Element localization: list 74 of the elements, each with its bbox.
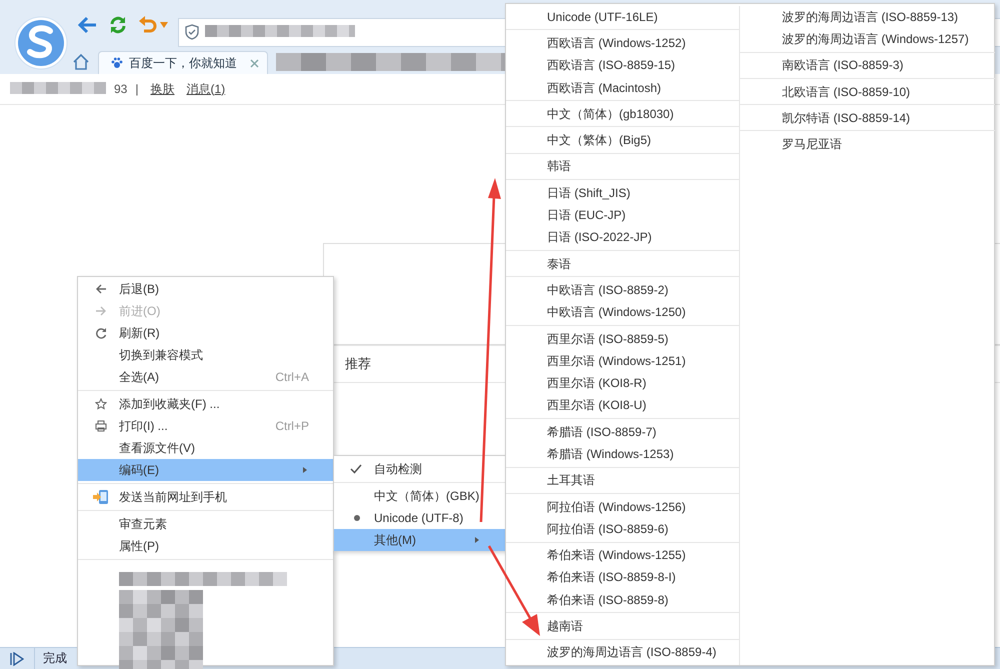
- menu-item[interactable]: 希伯来语 (Windows-1255): [506, 544, 739, 567]
- undo-icon[interactable]: [138, 15, 158, 35]
- menu-item[interactable]: 编码(E): [78, 459, 333, 481]
- menu-item[interactable]: Unicode (UTF-16LE): [506, 6, 739, 28]
- menu-item[interactable]: 西里尔语 (KOI8-U): [506, 394, 739, 418]
- menu-item[interactable]: 日语 (ISO-2022-JP): [506, 226, 739, 249]
- menu-item[interactable]: 西欧语言 (ISO-8859-15): [506, 54, 739, 77]
- menu-item[interactable]: 切换到兼容模式: [78, 344, 333, 366]
- menu-item[interactable]: 查看源文件(V): [78, 437, 333, 459]
- separator-text: |: [135, 82, 138, 96]
- menu-item[interactable]: 全选(A) Ctrl+A: [78, 366, 333, 388]
- phone-send-icon: [93, 489, 109, 505]
- menu-item[interactable]: 南欧语言 (ISO-8859-3): [740, 54, 995, 77]
- play-icon[interactable]: [10, 652, 24, 666]
- menu-item[interactable]: 自动检测: [334, 458, 505, 480]
- logo-icon[interactable]: [14, 16, 68, 70]
- menu-item[interactable]: 中文（简体）(gb18030): [506, 103, 739, 126]
- menu-item[interactable]: 西里尔语 (ISO-8859-5): [506, 328, 739, 350]
- menu-item[interactable]: 希伯来语 (ISO-8859-8-I): [506, 566, 739, 590]
- menu-item[interactable]: 阿拉伯语 (Windows-1256): [506, 496, 739, 518]
- browser-tab[interactable]: 百度一下，你就知道: [98, 51, 268, 74]
- points-count: 93: [114, 82, 128, 96]
- menu-item[interactable]: 越南语: [506, 615, 739, 638]
- menu-item[interactable]: 罗马尼亚语: [740, 133, 995, 156]
- menu-item[interactable]: 波罗的海周边语言 (ISO-8859-13): [740, 6, 995, 28]
- header-link[interactable]: 换肤: [150, 80, 174, 98]
- menu-item[interactable]: 刷新(R): [78, 322, 333, 344]
- shortcut-text: Ctrl+P: [275, 419, 309, 433]
- menu-item[interactable]: 西欧语言 (Windows-1252): [506, 32, 739, 55]
- menu-item[interactable]: 西欧语言 (Macintosh): [506, 76, 739, 100]
- status-text: 完成: [43, 650, 67, 667]
- menu-item[interactable]: 后退(B): [78, 278, 333, 300]
- menu-item[interactable]: 希伯来语 (ISO-8859-8): [506, 589, 739, 612]
- caret-icon: [475, 537, 479, 543]
- menu-item[interactable]: 西里尔语 (KOI8-R): [506, 372, 739, 395]
- menu-item[interactable]: 中欧语言 (ISO-8859-2): [506, 279, 739, 302]
- back-arrow-icon[interactable]: [78, 15, 98, 35]
- refresh-icon: [95, 327, 107, 339]
- menu-item[interactable]: 希腊语 (Windows-1253): [506, 443, 739, 466]
- menu-item[interactable]: 泰语: [506, 252, 739, 276]
- menu-item[interactable]: 凯尔特语 (ISO-8859-14): [740, 107, 995, 130]
- forward-arrow-icon: [95, 305, 107, 317]
- menu-item[interactable]: 属性(P): [78, 535, 333, 557]
- menu-item[interactable]: 西里尔语 (Windows-1251): [506, 350, 739, 372]
- shortcut-text: Ctrl+A: [275, 370, 309, 384]
- back-arrow-icon: [95, 283, 107, 295]
- menu-item[interactable]: 中文（繁体）(Big5): [506, 129, 739, 152]
- menu-item[interactable]: 波罗的海周边语言 (Windows-1257): [740, 28, 995, 51]
- refresh-icon[interactable]: [108, 15, 128, 35]
- menu-item[interactable]: 审查元素: [78, 513, 333, 535]
- menu-item[interactable]: Unicode (UTF-8): [334, 507, 505, 529]
- star-icon: [95, 398, 107, 410]
- menu-item[interactable]: 打印(I) ... Ctrl+P: [78, 415, 333, 437]
- menu-item[interactable]: 添加到收藏夹(F) ...: [78, 393, 333, 415]
- menu-item[interactable]: 其他(M): [334, 529, 505, 551]
- menu-item[interactable]: 发送当前网址到手机: [78, 486, 333, 508]
- menu-item[interactable]: 波罗的海周边语言 (ISO-8859-4): [506, 642, 739, 664]
- menu-item[interactable]: 韩语: [506, 156, 739, 178]
- menu-item[interactable]: 土耳其语: [506, 470, 739, 492]
- printer-icon: [95, 420, 107, 432]
- section-title: 推荐: [345, 355, 371, 373]
- header-link[interactable]: 消息(1): [186, 80, 226, 98]
- paw-icon: [111, 57, 123, 69]
- menu-item[interactable]: 阿拉伯语 (ISO-8859-6): [506, 518, 739, 541]
- menu-item[interactable]: 中文（简体）(GBK): [334, 485, 505, 507]
- shield-icon: [185, 24, 199, 40]
- home-icon[interactable]: [72, 53, 90, 71]
- caret-icon[interactable]: [160, 22, 168, 28]
- menu-item[interactable]: 中欧语言 (Windows-1250): [506, 302, 739, 324]
- menu-item[interactable]: 日语 (EUC-JP): [506, 204, 739, 227]
- close-icon[interactable]: [250, 58, 259, 68]
- menu-item[interactable]: 北欧语言 (ISO-8859-10): [740, 80, 995, 104]
- menu-item[interactable]: 日语 (Shift_JIS): [506, 182, 739, 204]
- menu-item[interactable]: 希腊语 (ISO-8859-7): [506, 421, 739, 444]
